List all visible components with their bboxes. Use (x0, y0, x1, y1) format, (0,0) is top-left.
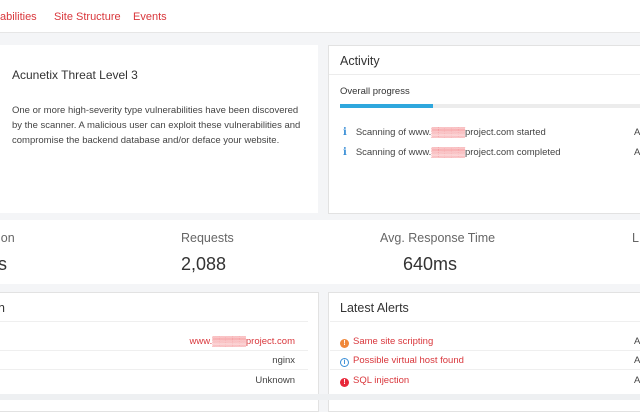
overall-progress-fill (340, 104, 433, 108)
activity-item-time: A (634, 127, 640, 138)
alert-item-label: Same site scripting (353, 336, 434, 347)
alert-item-label: SQL injection (353, 375, 410, 386)
alerts-divider (330, 321, 640, 322)
stat-value-duration: s (0, 254, 7, 274)
alerts-divider (330, 369, 640, 370)
stats-panel (0, 220, 640, 284)
activity-item-text: Scanning of www. (355, 147, 432, 158)
info-divider (0, 369, 308, 370)
alert-item[interactable]: ! SQL injection (340, 375, 409, 387)
stat-label-requests: Requests (181, 231, 234, 245)
alert-item-time: A (634, 336, 640, 347)
alert-item[interactable]: ! Same site scripting (340, 336, 433, 348)
page-footer-strip (0, 394, 640, 400)
info-icon: i (343, 127, 347, 138)
tab-vulnerabilities[interactable]: abilities (0, 11, 37, 23)
operating-system-value: Unknown (255, 375, 295, 386)
info-icon: i (343, 147, 347, 158)
activity-item-text-suffix: project.com completed (464, 147, 561, 158)
target-address-link[interactable]: www.▒▒▒▒▒project.com (190, 336, 295, 347)
info-divider (0, 321, 308, 322)
overall-progress-bar (340, 104, 640, 108)
alerts-divider (330, 350, 640, 351)
target-address-suffix: project.com (245, 336, 295, 347)
redacted-text: ▒▒▒▒▒ (431, 127, 465, 138)
top-tab-bar: abilities Site Structure Events (0, 0, 640, 33)
threat-level-title: Acunetix Threat Level 3 (12, 68, 138, 82)
latest-alerts-title: Latest Alerts (340, 301, 409, 315)
tab-site-structure[interactable]: Site Structure (54, 11, 121, 23)
alert-item-time: A (634, 375, 640, 386)
threat-level-description: One or more high-severity type vulnerabi… (12, 105, 301, 146)
activity-divider (329, 74, 640, 75)
stat-label-avg-response-time: Avg. Response Time (380, 231, 496, 245)
alert-item[interactable]: i Possible virtual host found (340, 355, 464, 367)
activity-item-text: Scanning of www. (355, 127, 432, 138)
stat-value-avg-response-time: 640ms (403, 254, 458, 274)
stat-label-duration: ion (0, 231, 15, 245)
info-icon: i (340, 358, 349, 367)
stat-value-requests: 2,088 (181, 254, 227, 274)
redacted-text: ▒▒▒▒▒ (212, 336, 246, 347)
redacted-text: ▒▒▒▒▒ (431, 147, 465, 158)
activity-item-time: A (634, 147, 640, 158)
target-address-prefix: www. (189, 336, 213, 347)
activity-item-text-suffix: project.com started (464, 127, 546, 138)
stat-label-locations: L (632, 231, 639, 245)
activity-item: i Scanning of www.▒▒▒▒▒project.com starte… (343, 127, 546, 138)
exclamation-icon: ! (340, 378, 349, 387)
alert-item-time: A (634, 355, 640, 366)
server-banner-value: nginx (272, 355, 295, 366)
overall-progress-label: Overall progress (340, 86, 410, 97)
alert-item-label: Possible virtual host found (353, 355, 464, 366)
tab-events[interactable]: Events (133, 11, 167, 23)
info-divider (0, 350, 308, 351)
activity-item: i Scanning of www.▒▒▒▒▒project.com comple… (343, 147, 561, 158)
activity-title: Activity (340, 54, 380, 68)
exclamation-icon: ! (340, 339, 349, 348)
target-information-title: n (0, 301, 5, 315)
